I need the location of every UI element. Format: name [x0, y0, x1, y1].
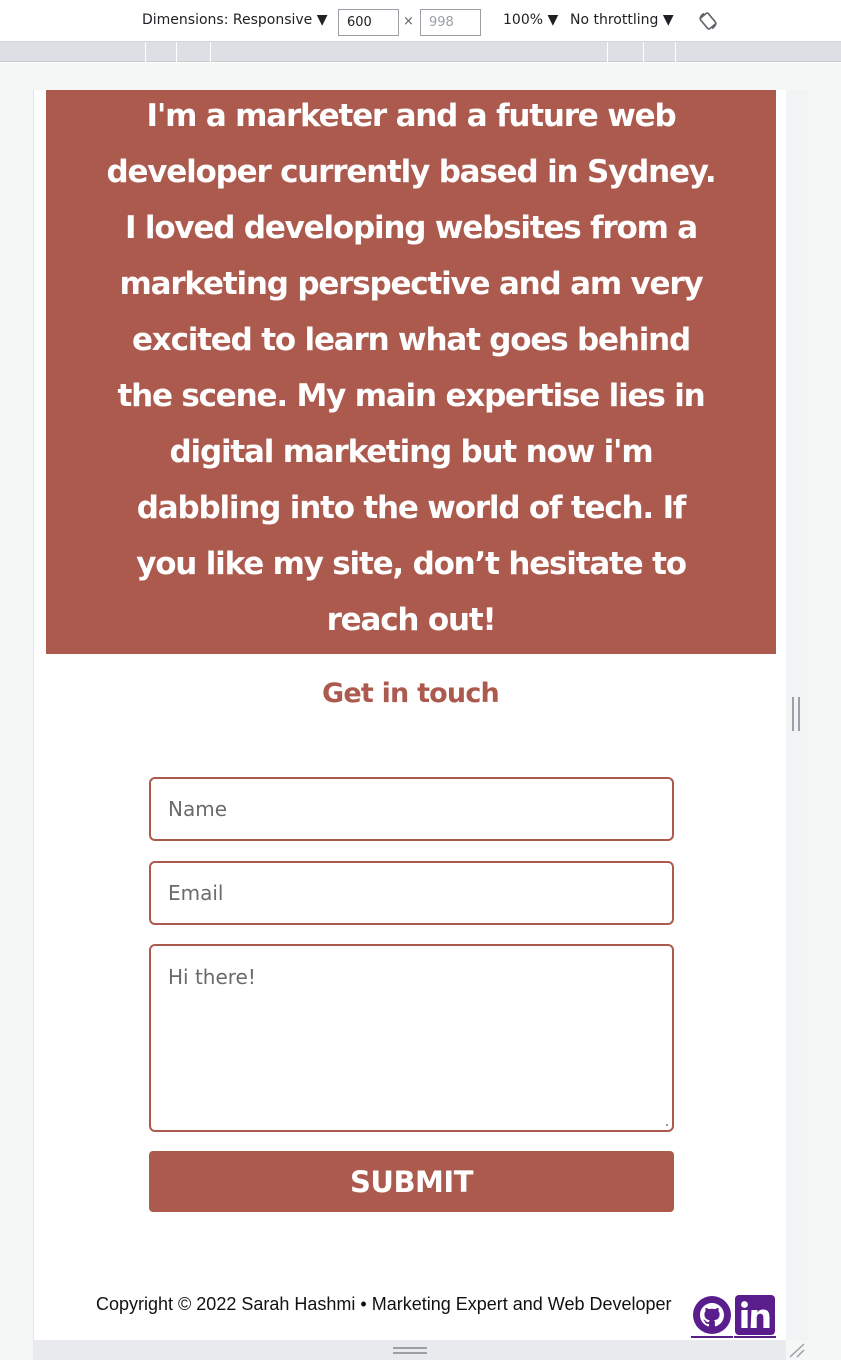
right-resize-handle[interactable]	[792, 697, 801, 731]
corner-resize-icon[interactable]	[787, 1341, 807, 1359]
zoom-dropdown[interactable]: 100% ▼	[503, 12, 558, 28]
email-placeholder: Email	[168, 881, 224, 905]
contact-title: Get in touch	[322, 678, 500, 709]
media-query-ruler[interactable]	[0, 42, 841, 62]
throttling-dropdown[interactable]: No throttling ▼	[570, 12, 674, 28]
viewport-width-input[interactable]: 600	[338, 9, 399, 36]
github-icon	[693, 1296, 731, 1334]
textarea-resize-icon[interactable]	[665, 1123, 669, 1127]
message-placeholder: Hi there!	[168, 965, 256, 989]
rotate-icon[interactable]	[698, 11, 718, 31]
email-field[interactable]: Email	[149, 861, 674, 925]
viewport-height-input[interactable]: 998	[420, 9, 481, 36]
about-panel: I'm a marketer and a future web develope…	[46, 90, 776, 654]
submit-button[interactable]: SUBMIT	[149, 1151, 674, 1212]
footer-copyright: Copyright © 2022 Sarah Hashmi • Marketin…	[96, 1294, 672, 1314]
message-textarea[interactable]: Hi there!	[149, 944, 674, 1132]
linkedin-icon	[735, 1295, 775, 1335]
linkedin-link[interactable]	[734, 1294, 776, 1338]
devtools-device-toolbar: Dimensions: Responsive ▼ 600 × 998 100% …	[0, 0, 841, 42]
bottom-resize-handle[interactable]	[393, 1347, 427, 1355]
github-link[interactable]	[691, 1294, 733, 1338]
page-viewport: I'm a marketer and a future web develope…	[33, 90, 786, 1340]
dimensions-dropdown[interactable]: Dimensions: Responsive ▼	[142, 12, 328, 28]
linkedin-underline	[734, 1336, 776, 1338]
name-placeholder: Name	[168, 797, 228, 821]
github-underline	[691, 1336, 733, 1338]
about-text: I'm a marketer and a future web develope…	[106, 98, 716, 638]
dimensions-times-sign: ×	[403, 14, 414, 29]
name-field[interactable]: Name	[149, 777, 674, 841]
